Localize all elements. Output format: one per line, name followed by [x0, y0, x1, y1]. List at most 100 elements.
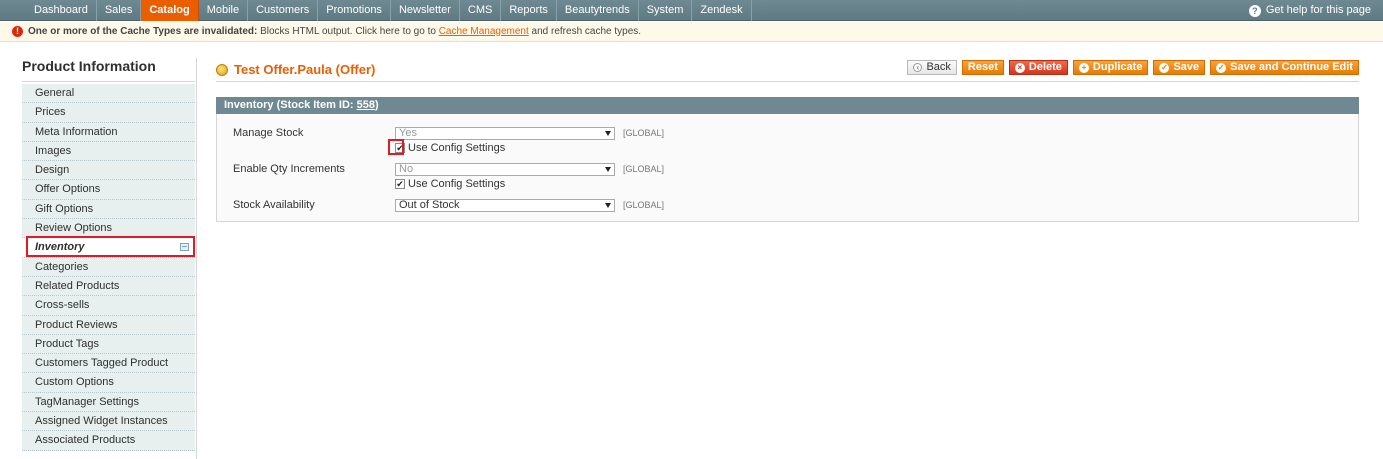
tab-tagmanager-settings[interactable]: TagManager Settings: [22, 392, 195, 413]
nav-item-dashboard[interactable]: Dashboard: [26, 0, 97, 21]
manage-stock-label: Manage Stock: [233, 127, 304, 139]
nav-item-system[interactable]: System: [639, 0, 693, 21]
nav-item-sales[interactable]: Sales: [97, 0, 142, 21]
manage-stock-use-config-label: Use Config Settings: [408, 142, 506, 154]
notice-text: Blocks HTML output. Click here to go to: [257, 25, 439, 37]
tab-design[interactable]: Design: [22, 161, 195, 181]
delete-label: Delete: [1028, 61, 1062, 73]
help-icon: ?: [1248, 4, 1261, 17]
notice-tail: and refresh cache types.: [528, 25, 642, 37]
sidebar-rule: [22, 81, 195, 82]
reset-button[interactable]: Reset: [961, 60, 1004, 75]
tab-label: Review Options: [35, 222, 113, 235]
inventory-fieldset: Manage Stock Yes [GLOBAL] ✔ Use Config S…: [216, 114, 1359, 222]
nav-item-catalog[interactable]: Catalog: [141, 0, 199, 21]
tab-inventory[interactable]: Inventory: [22, 238, 195, 258]
top-navigation: Dashboard Sales Catalog Mobile Customers Prom…: [0, 0, 1383, 21]
qty-increments-label: Enable Qty Increments: [233, 163, 345, 175]
tab-custom-options[interactable]: Custom Options: [22, 373, 195, 393]
save-continue-label: Save and Continue Edit: [1230, 61, 1353, 73]
delete-icon: ×: [1014, 62, 1025, 73]
qty-increments-select[interactable]: No: [395, 163, 615, 176]
manage-stock-value: Yes: [399, 127, 417, 139]
delete-button[interactable]: × Delete: [1008, 60, 1068, 75]
tab-label: General: [35, 87, 75, 99]
manage-stock-use-config: ✔ Use Config Settings: [395, 142, 505, 154]
tab-customers-tagged-product[interactable]: Customers Tagged Product: [22, 354, 195, 374]
chevron-down-icon: [605, 167, 611, 172]
sidebar-divider: [196, 58, 197, 459]
manage-stock-select[interactable]: Yes: [395, 127, 615, 140]
stock-availability-select[interactable]: Out of Stock: [395, 199, 615, 212]
alert-icon: !: [12, 26, 23, 37]
manage-stock-use-config-checkbox[interactable]: ✔: [395, 143, 405, 153]
inventory-heading-text: Inventory (Stock Item ID:: [224, 99, 357, 111]
help-label: Get help for this page: [1265, 4, 1371, 16]
product-tabs: General Prices Meta Information Images Desig…: [22, 84, 195, 451]
back-label: Back: [926, 61, 951, 73]
cache-management-link[interactable]: Cache Management: [439, 26, 529, 37]
tab-prices[interactable]: Prices: [22, 103, 195, 123]
qty-increments-use-config-label: Use Config Settings: [408, 178, 506, 190]
tab-label: Inventory: [35, 241, 85, 254]
tab-product-reviews[interactable]: Product Reviews: [22, 315, 195, 335]
tab-label: Images: [35, 144, 72, 157]
qty-increments-value: No: [399, 163, 414, 175]
tab-categories[interactable]: Categories: [22, 257, 195, 277]
tab-related-products[interactable]: Related Products: [22, 276, 195, 297]
nav-item-customers[interactable]: Customers: [248, 0, 319, 21]
tab-label: Product Tags: [35, 337, 100, 350]
sidebar-title: Product Information: [22, 58, 156, 74]
reset-label: Reset: [967, 61, 998, 73]
tab-label: Customers Tagged Product: [35, 357, 169, 370]
tab-associated-products[interactable]: Associated Products: [22, 431, 195, 451]
nav-item-reports[interactable]: Reports: [501, 0, 557, 21]
tab-label: Product Reviews: [35, 318, 118, 331]
nav-item-newsletter[interactable]: Newsletter: [391, 0, 460, 21]
save-label: Save: [1173, 61, 1200, 73]
nav-item-beautytrends[interactable]: Beautytrends: [557, 0, 639, 21]
tab-gift-options[interactable]: Gift Options: [22, 199, 195, 220]
plus-icon: +: [1078, 62, 1089, 73]
nav-item-cms[interactable]: CMS: [460, 0, 502, 21]
tab-cross-sells[interactable]: Cross-sells: [22, 296, 195, 316]
tab-label: Categories: [35, 260, 89, 273]
nav-item-promotions[interactable]: Promotions: [318, 0, 391, 21]
tab-general[interactable]: General: [22, 84, 195, 104]
tab-meta-information[interactable]: Meta Information: [22, 122, 195, 142]
tab-review-options[interactable]: Review Options: [22, 219, 195, 239]
stock-item-link[interactable]: 558: [357, 99, 375, 111]
save-button[interactable]: ✓ Save: [1153, 60, 1206, 75]
inventory-heading-close: ): [375, 99, 379, 111]
tab-product-tags[interactable]: Product Tags: [22, 334, 195, 355]
back-arrow-icon: ‹: [913, 63, 923, 72]
nav-item-mobile[interactable]: Mobile: [199, 0, 249, 21]
tab-changed-icon: [180, 243, 189, 252]
tab-assigned-widget-instances[interactable]: Assigned Widget Instances: [22, 412, 195, 432]
notice-bold: One or more of the Cache Types are inval…: [28, 25, 258, 37]
nav-item-zendesk[interactable]: Zendesk: [692, 0, 752, 21]
tab-label: Meta Information: [35, 125, 118, 138]
tab-label: Related Products: [35, 279, 120, 292]
tab-label: Design: [35, 164, 70, 177]
qty-increments-scope: [GLOBAL]: [623, 164, 665, 174]
product-icon: [216, 63, 228, 76]
page-header: Test Offer.Paula (Offer) ‹ Back Reset × De…: [216, 60, 1359, 82]
duplicate-button[interactable]: + Duplicate: [1072, 60, 1149, 75]
tab-offer-options[interactable]: Offer Options: [22, 180, 195, 200]
stock-availability-scope: [GLOBAL]: [623, 200, 665, 210]
page-title-text: Test Offer.Paula (Offer): [234, 62, 376, 77]
tab-label: Gift Options: [35, 202, 94, 215]
help-link[interactable]: ? Get help for this page: [1248, 0, 1371, 21]
check-icon: ✓: [1216, 62, 1227, 73]
tab-images[interactable]: Images: [22, 141, 195, 162]
save-continue-button[interactable]: ✓ Save and Continue Edit: [1210, 60, 1359, 75]
inventory-heading: Inventory (Stock Item ID: 558): [216, 97, 1359, 114]
tab-label: Cross-sells: [35, 299, 90, 312]
back-button[interactable]: ‹ Back: [907, 60, 957, 75]
chevron-down-icon: [605, 131, 611, 136]
page-title: Test Offer.Paula (Offer): [216, 62, 375, 77]
action-buttons: ‹ Back Reset × Delete + Duplicate ✓ Save ✓ Sa…: [907, 60, 1359, 75]
qty-increments-use-config-checkbox[interactable]: ✔: [395, 179, 405, 189]
check-icon: ✓: [1159, 62, 1170, 73]
